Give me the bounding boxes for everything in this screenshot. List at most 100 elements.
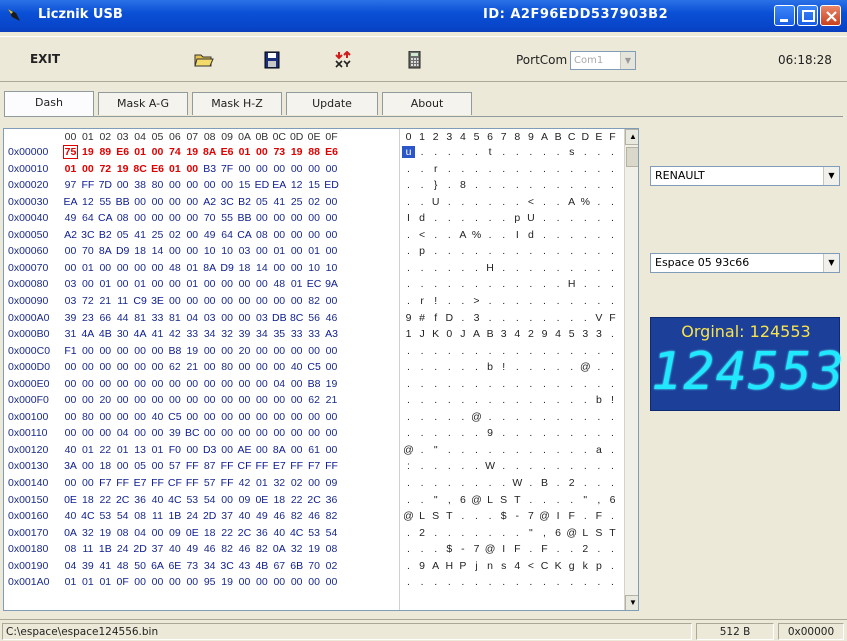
hex-byte[interactable]: 18 bbox=[97, 460, 114, 472]
ascii-char[interactable]: . bbox=[497, 278, 510, 290]
ascii-char[interactable]: . bbox=[606, 427, 619, 439]
hex-byte[interactable]: 80 bbox=[219, 361, 236, 373]
ascii-char[interactable]: A bbox=[429, 560, 442, 572]
hex-byte[interactable]: 19 bbox=[97, 527, 114, 539]
ascii-char[interactable]: . bbox=[538, 378, 551, 390]
hex-byte[interactable]: F7 bbox=[306, 460, 323, 472]
hex-byte[interactable]: 6A bbox=[149, 560, 166, 572]
hex-byte[interactable]: 00 bbox=[323, 295, 340, 307]
ascii-char[interactable]: . bbox=[592, 543, 605, 555]
ascii-char[interactable]: I bbox=[402, 212, 415, 224]
hex-row[interactable]: 0x00010 01 00 72 19 8C E6 01 00 B3 7F 00 00 00 00 00 00.… bbox=[4, 163, 624, 178]
hex-byte[interactable]: 43 bbox=[236, 560, 253, 572]
hex-byte[interactable]: 00 bbox=[253, 212, 270, 224]
ascii-char[interactable]: 2 bbox=[565, 477, 578, 489]
hex-byte[interactable]: 34 bbox=[253, 328, 270, 340]
ascii-char[interactable]: j bbox=[470, 560, 483, 572]
ascii-char[interactable]: . bbox=[443, 477, 456, 489]
hex-byte[interactable]: FF bbox=[79, 179, 96, 191]
hex-byte[interactable]: 3A bbox=[62, 460, 79, 472]
minimize-button[interactable] bbox=[774, 5, 795, 26]
hex-byte[interactable]: 46 bbox=[201, 543, 218, 555]
hex-byte[interactable]: 01 bbox=[79, 262, 96, 274]
ascii-char[interactable]: . bbox=[552, 494, 565, 506]
hex-byte[interactable]: 19 bbox=[79, 146, 96, 158]
ascii-char[interactable]: 8 bbox=[456, 179, 469, 191]
ascii-char[interactable]: . bbox=[429, 527, 442, 539]
ascii-char[interactable]: < bbox=[416, 229, 429, 241]
ascii-char[interactable]: . bbox=[402, 494, 415, 506]
ascii-char[interactable]: . bbox=[470, 427, 483, 439]
ascii-char[interactable]: . bbox=[565, 394, 578, 406]
ascii-char[interactable]: . bbox=[552, 262, 565, 274]
ascii-char[interactable]: . bbox=[443, 295, 456, 307]
ascii-char[interactable]: } bbox=[429, 179, 442, 191]
hex-byte[interactable]: 73 bbox=[184, 560, 201, 572]
hex-byte[interactable]: 82 bbox=[288, 510, 305, 522]
hex-byte[interactable]: 50 bbox=[132, 560, 149, 572]
hex-byte[interactable]: 00 bbox=[288, 394, 305, 406]
hex-byte[interactable]: 62 bbox=[166, 361, 183, 373]
ascii-char[interactable]: k bbox=[579, 560, 592, 572]
hex-byte[interactable]: 39 bbox=[236, 328, 253, 340]
hex-row[interactable]: 0x00060 00 70 8A D9 18 14 00 00 10 10 03 00 01 00 01 00.… bbox=[4, 245, 624, 260]
ascii-char[interactable]: . bbox=[552, 146, 565, 158]
ascii-char[interactable]: . bbox=[456, 345, 469, 357]
hex-byte[interactable]: 41 bbox=[271, 196, 288, 208]
ascii-char[interactable]: . bbox=[606, 212, 619, 224]
ascii-char[interactable]: . bbox=[456, 444, 469, 456]
ascii-char[interactable]: . bbox=[443, 163, 456, 175]
ascii-char[interactable]: ! bbox=[497, 361, 510, 373]
ascii-char[interactable]: . bbox=[606, 411, 619, 423]
open-folder-icon[interactable] bbox=[194, 51, 214, 69]
ascii-char[interactable]: 2 bbox=[416, 527, 429, 539]
hex-byte[interactable]: 00 bbox=[236, 295, 253, 307]
hex-byte[interactable]: 00 bbox=[149, 527, 166, 539]
ascii-char[interactable]: . bbox=[456, 427, 469, 439]
hex-byte[interactable]: 4C bbox=[288, 527, 305, 539]
ascii-char[interactable]: . bbox=[470, 146, 483, 158]
hex-byte[interactable]: 22 bbox=[97, 494, 114, 506]
ascii-char[interactable]: 5 bbox=[565, 328, 578, 340]
ascii-char[interactable]: - bbox=[456, 543, 469, 555]
hex-byte[interactable]: 00 bbox=[114, 460, 131, 472]
ascii-char[interactable]: C bbox=[538, 560, 551, 572]
hex-byte[interactable]: 00 bbox=[323, 345, 340, 357]
ascii-char[interactable]: . bbox=[552, 576, 565, 588]
hex-byte[interactable]: 00 bbox=[97, 427, 114, 439]
ascii-char[interactable]: . bbox=[511, 196, 524, 208]
hex-byte[interactable]: 05 bbox=[253, 196, 270, 208]
hex-byte[interactable]: 57 bbox=[201, 477, 218, 489]
ascii-char[interactable]: . bbox=[511, 394, 524, 406]
ascii-char[interactable]: . bbox=[606, 345, 619, 357]
ascii-char[interactable]: . bbox=[592, 411, 605, 423]
ascii-char[interactable]: s bbox=[497, 560, 510, 572]
ascii-char[interactable]: . bbox=[606, 163, 619, 175]
hex-byte[interactable]: 25 bbox=[288, 196, 305, 208]
ascii-char[interactable]: . bbox=[592, 345, 605, 357]
ascii-char[interactable]: . bbox=[484, 229, 497, 241]
ascii-char[interactable]: . bbox=[443, 212, 456, 224]
hex-byte[interactable]: 97 bbox=[62, 179, 79, 191]
ascii-char[interactable]: . bbox=[484, 312, 497, 324]
hex-byte[interactable]: 32 bbox=[288, 543, 305, 555]
ascii-char[interactable]: . bbox=[484, 245, 497, 257]
ascii-char[interactable]: . bbox=[511, 460, 524, 472]
hex-byte[interactable]: 87 bbox=[201, 460, 218, 472]
hex-byte[interactable]: 00 bbox=[166, 278, 183, 290]
hex-byte[interactable]: 13 bbox=[132, 444, 149, 456]
ascii-char[interactable]: . bbox=[565, 312, 578, 324]
ascii-char[interactable]: . bbox=[416, 262, 429, 274]
ascii-char[interactable]: . bbox=[402, 394, 415, 406]
ascii-char[interactable]: . bbox=[484, 378, 497, 390]
hex-byte[interactable]: 00 bbox=[132, 394, 149, 406]
hex-byte[interactable]: 22 bbox=[288, 494, 305, 506]
ascii-char[interactable]: . bbox=[552, 394, 565, 406]
hex-byte[interactable]: 19 bbox=[219, 576, 236, 588]
ascii-char[interactable]: . bbox=[429, 427, 442, 439]
ascii-char[interactable]: . bbox=[511, 245, 524, 257]
ascii-char[interactable]: L bbox=[579, 527, 592, 539]
hex-byte[interactable]: 00 bbox=[132, 361, 149, 373]
ascii-char[interactable]: . bbox=[592, 477, 605, 489]
ascii-char[interactable]: . bbox=[579, 163, 592, 175]
